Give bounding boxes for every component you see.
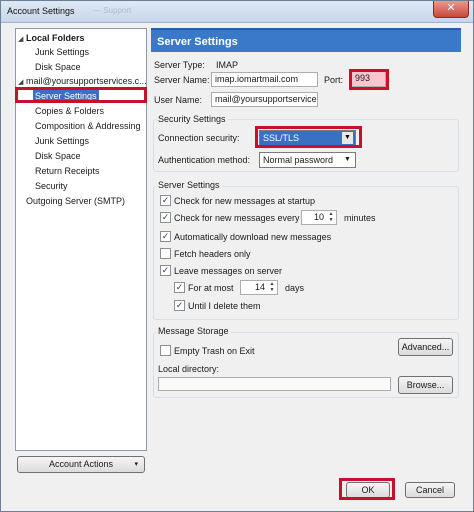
tree-item-label: Composition & Addressing (35, 121, 141, 131)
user-name-label: User Name: (154, 95, 203, 105)
background-tab-text: — Support (93, 6, 132, 15)
advanced-button[interactable]: Advanced... (398, 338, 453, 356)
spinner-arrows-icon[interactable]: ▲ ▼ (326, 211, 336, 224)
tree-item-disk-space[interactable]: Disk Space (35, 61, 81, 74)
tree-item-composition[interactable]: Composition & Addressing (35, 120, 141, 133)
user-name-field[interactable]: mail@yoursupportservices (211, 92, 318, 107)
check-every-checkbox[interactable]: ✓ (160, 212, 171, 223)
tree-item-label: Copies & Folders (35, 106, 105, 116)
server-type-value: IMAP (216, 60, 239, 70)
auth-method-label: Authentication method: (158, 155, 251, 165)
server-options-title: Server Settings (156, 180, 222, 190)
tree-item-label: Junk Settings (35, 47, 90, 57)
tree-item-disk-space-2[interactable]: Disk Space (35, 150, 81, 163)
account-actions-button[interactable]: Account Actions ▾ (17, 456, 145, 473)
browse-button[interactable]: Browse... (398, 376, 453, 394)
auth-method-select[interactable]: Normal password ▼ (259, 152, 356, 168)
until-delete-checkbox[interactable]: ✓ (174, 300, 185, 311)
tree-item-label: Junk Settings (35, 136, 90, 146)
tree-item-junk-settings[interactable]: Junk Settings (35, 46, 89, 59)
security-settings-title: Security Settings (156, 114, 228, 124)
account-tree[interactable]: ◢ Local Folders Junk Settings Disk Space … (15, 28, 147, 451)
local-directory-label: Local directory: (158, 364, 220, 374)
leave-messages-checkbox[interactable]: ✓ (160, 265, 171, 276)
title-bar: Account Settings — Support ✕ (1, 1, 473, 23)
tree-item-mail-account[interactable]: ◢ mail@yoursupportservices.c... (18, 75, 147, 89)
for-at-most-value: 14 (254, 282, 265, 292)
check-startup-checkbox[interactable]: ✓ (160, 195, 171, 206)
connection-security-select[interactable]: SSL/TLS ▼ (259, 130, 356, 146)
twisty-icon[interactable]: ◢ (18, 76, 26, 89)
account-settings-window: Account Settings — Support ✕ ◢ Local Fold… (0, 0, 474, 512)
server-type-label: Server Type: (154, 60, 205, 70)
ok-button[interactable]: OK (346, 482, 390, 498)
auto-download-checkbox[interactable]: ✓ (160, 231, 171, 242)
fetch-headers-label: Fetch headers only (174, 249, 251, 259)
tree-item-local-folders[interactable]: ◢ Local Folders (18, 32, 85, 45)
close-icon[interactable]: ✕ (433, 1, 469, 18)
tree-item-label: mail@yoursupportservices.c... (26, 76, 147, 86)
port-label: Port: (324, 75, 344, 85)
tree-item-label: Outgoing Server (SMTP) (26, 196, 126, 206)
window-title: Account Settings (7, 6, 75, 16)
spin-down-icon[interactable]: ▼ (270, 287, 275, 293)
tree-item-junk-settings-2[interactable]: Junk Settings (35, 135, 89, 148)
tree-item-label: Return Receipts (35, 166, 100, 176)
auth-method-value: Normal password (263, 155, 334, 165)
tree-item-copies-folders[interactable]: Copies & Folders (35, 105, 104, 118)
tree-item-label: Disk Space (35, 62, 81, 72)
dropdown-arrow-icon: ▼ (344, 156, 351, 163)
connection-security-value: SSL/TLS (263, 133, 300, 143)
check-startup-label: Check for new messages at startup (174, 196, 316, 206)
check-every-value: 10 (313, 212, 324, 222)
empty-trash-label: Empty Trash on Exit (174, 346, 255, 356)
days-label: days (285, 283, 305, 293)
account-actions-label: Account Actions (48, 459, 114, 469)
tree-item-label: Server Settings (33, 90, 99, 103)
dropdown-arrow-icon: ▼ (342, 132, 353, 144)
leave-messages-label: Leave messages on server (174, 266, 283, 276)
server-name-label: Server Name: (154, 75, 210, 85)
minutes-label: minutes (344, 213, 376, 223)
connection-security-label: Connection security: (158, 133, 240, 143)
for-at-most-spinner[interactable]: 14 ▲ ▼ (240, 280, 278, 295)
check-every-label: Check for new messages every (174, 213, 300, 223)
spin-down-icon[interactable]: ▼ (329, 217, 334, 223)
spinner-arrows-icon[interactable]: ▲ ▼ (267, 281, 277, 294)
chevron-down-icon: ▾ (134, 461, 138, 468)
tree-item-return-receipts[interactable]: Return Receipts (35, 165, 100, 178)
for-at-most-label: For at most (188, 283, 234, 293)
port-field[interactable]: 993 (351, 71, 386, 87)
local-directory-field[interactable] (158, 377, 391, 391)
empty-trash-checkbox[interactable] (160, 345, 171, 356)
fetch-headers-checkbox[interactable] (160, 248, 171, 259)
twisty-icon[interactable]: ◢ (18, 33, 26, 46)
message-storage-title: Message Storage (156, 326, 231, 336)
panel-header: Server Settings (151, 28, 461, 52)
check-every-spinner[interactable]: 10 ▲ ▼ (301, 210, 337, 225)
tree-item-label: Disk Space (35, 151, 81, 161)
tree-item-outgoing-server[interactable]: Outgoing Server (SMTP) (26, 195, 125, 208)
tree-item-label: Local Folders (26, 33, 85, 43)
tree-item-security[interactable]: Security (35, 180, 68, 193)
until-delete-label: Until I delete them (188, 301, 261, 311)
server-settings-panel: Server Settings Server Type: IMAP Server… (151, 28, 461, 468)
for-at-most-checkbox[interactable]: ✓ (174, 282, 185, 293)
auto-download-label: Automatically download new messages (174, 232, 332, 242)
server-name-field[interactable]: imap.iomartmail.com (211, 72, 318, 87)
cancel-button[interactable]: Cancel (405, 482, 455, 498)
tree-item-label: Security (35, 181, 68, 191)
